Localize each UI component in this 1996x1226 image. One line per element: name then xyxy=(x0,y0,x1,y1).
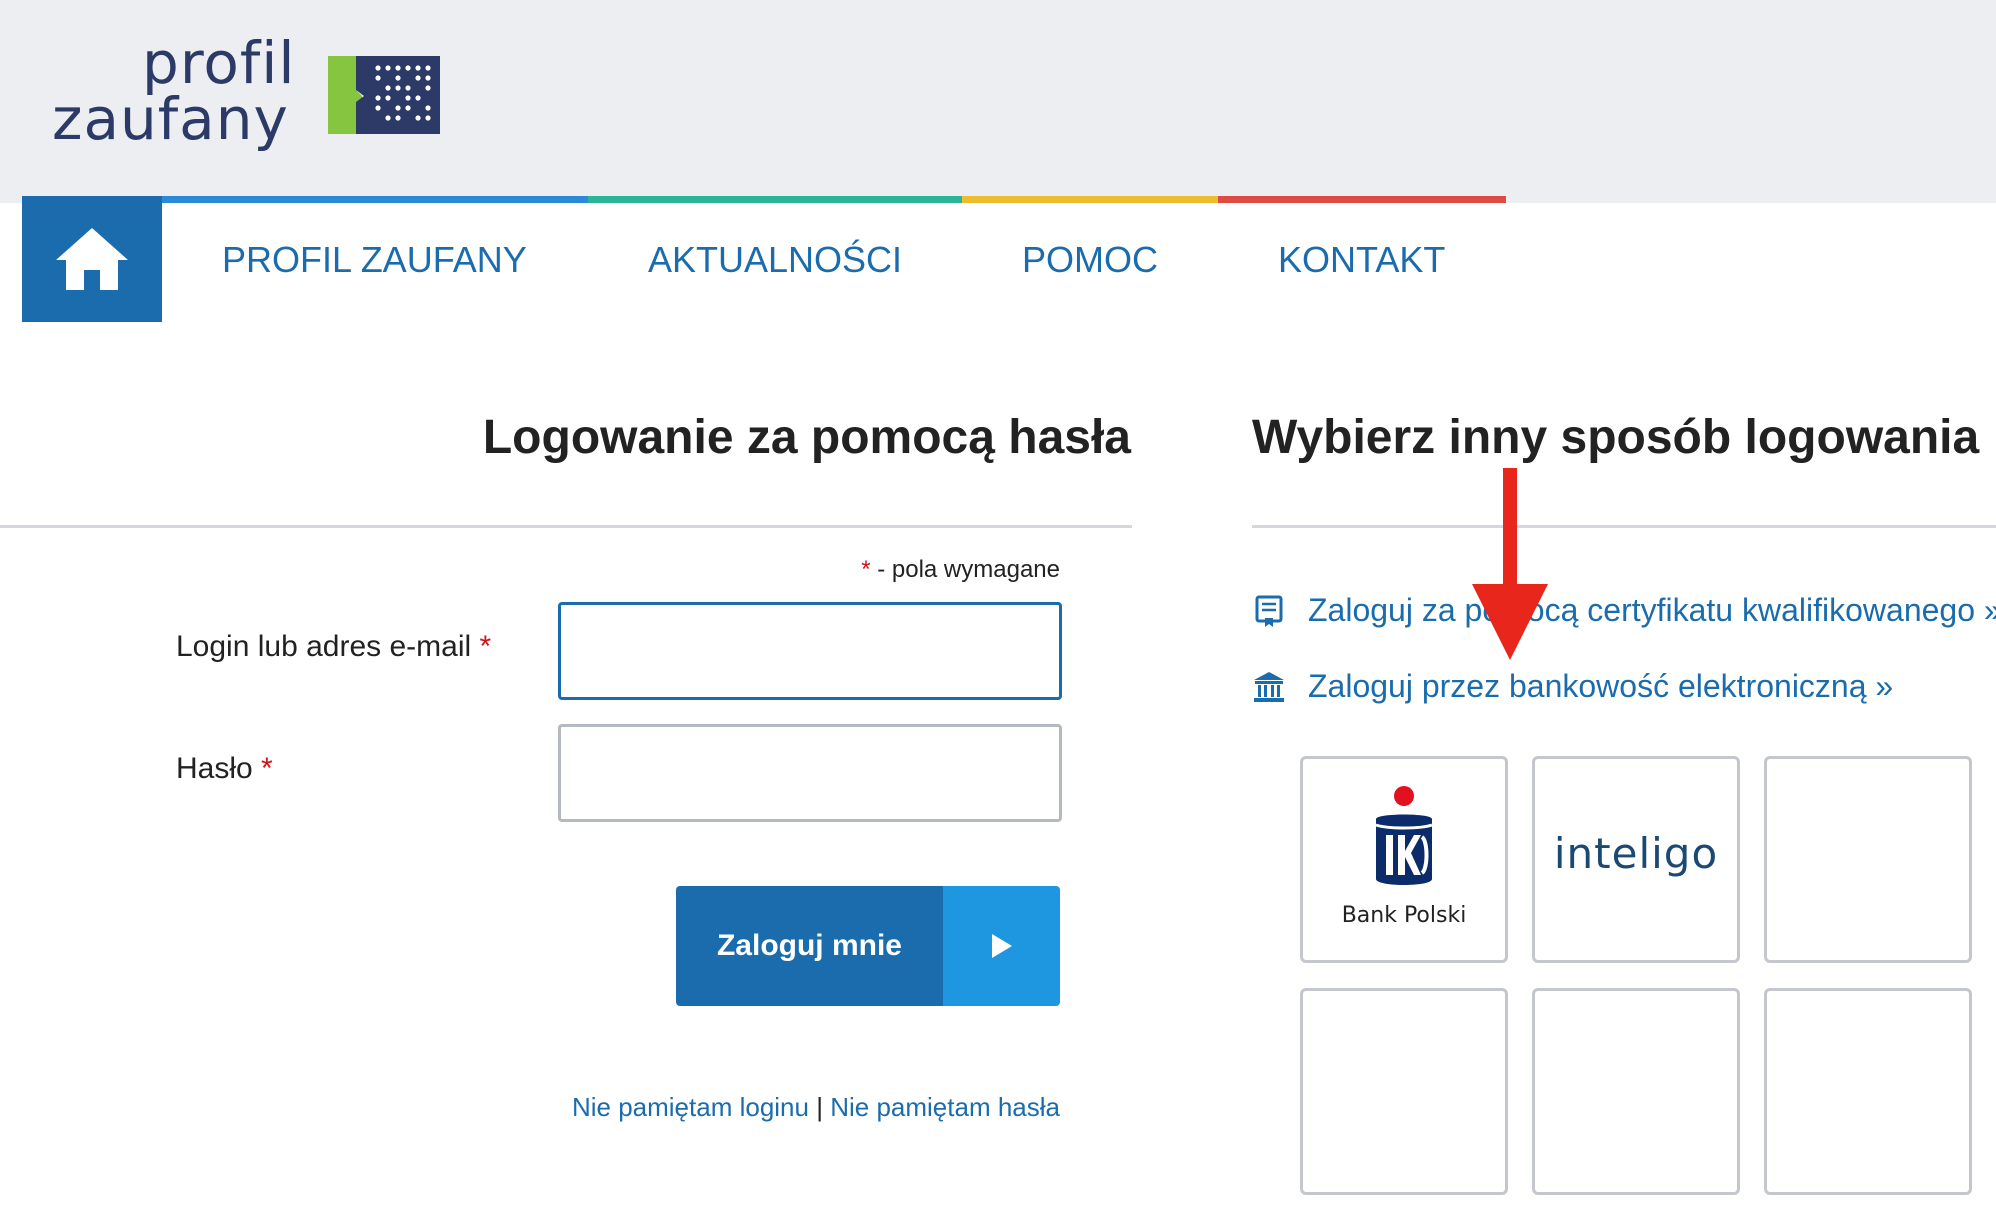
logo-line-1: profil xyxy=(142,29,296,97)
login-label-text: Login lub adres e-mail xyxy=(176,630,472,663)
bank-tile-inteligo[interactable]: inteligo xyxy=(1532,756,1740,963)
pko-bank-name: Bank Polski xyxy=(1341,903,1467,928)
login-submit-button[interactable]: Zaloguj mnie xyxy=(676,886,1060,1006)
password-label-text: Hasło xyxy=(176,752,253,785)
bank-tile-empty-6[interactable] xyxy=(1764,988,1972,1195)
forgot-password-link[interactable]: Nie pamiętam hasła xyxy=(830,1092,1060,1122)
nav-stripe-yellow xyxy=(962,196,1218,203)
bank-tile-empty-4[interactable] xyxy=(1300,988,1508,1195)
nav-item-aktualnosci[interactable]: AKTUALNOŚCI xyxy=(648,238,902,282)
login-title: Logowanie za pomocą hasła xyxy=(482,411,1131,464)
pko-logo-icon xyxy=(1375,786,1433,885)
nav-item-kontakt[interactable]: KONTAKT xyxy=(1278,238,1445,282)
login-submit-label: Zaloguj mnie xyxy=(676,886,943,1006)
pko-logo: Bank Polski xyxy=(1303,785,1505,965)
home-button[interactable] xyxy=(22,196,162,322)
nav-stripe-blue xyxy=(162,196,588,203)
forgot-separator: | xyxy=(816,1092,823,1122)
nav-item-pomoc[interactable]: POMOC xyxy=(1022,238,1158,282)
password-label: Hasło * xyxy=(176,752,273,786)
play-arrow-icon xyxy=(943,886,1060,1006)
home-icon xyxy=(56,228,128,290)
password-input[interactable] xyxy=(558,724,1062,822)
certificate-login-link[interactable]: Zaloguj za pomocą certyfikatu kwalifikow… xyxy=(1252,592,1996,629)
profil-zaufany-logo[interactable]: profil zaufany xyxy=(50,30,450,160)
forgot-links: Nie pamiętam loginu | Nie pamiętam hasła xyxy=(572,1092,1060,1123)
login-divider xyxy=(0,525,1132,528)
certificate-icon xyxy=(1255,595,1283,627)
logo-line-2: zaufany xyxy=(52,85,289,153)
forgot-login-link[interactable]: Nie pamiętam loginu xyxy=(572,1092,809,1122)
bank-login-link[interactable]: Zaloguj przez bankowość elektroniczną » xyxy=(1252,668,1893,705)
page: profil zaufany PROFIL ZAUFANY AKTUALNOŚC… xyxy=(0,0,1996,1226)
login-required-star: * xyxy=(479,630,492,663)
header: profil zaufany xyxy=(0,0,1996,203)
bank-tile-pko[interactable]: Bank Polski xyxy=(1300,756,1508,963)
red-arrow-icon xyxy=(1472,468,1548,660)
password-required-star: * xyxy=(261,752,273,785)
nav-item-profil-zaufany[interactable]: PROFIL ZAUFANY xyxy=(222,238,527,282)
required-note-text: - pola wymagane xyxy=(870,556,1060,583)
bank-tile-empty-3[interactable] xyxy=(1764,756,1972,963)
certificate-login-text: Zaloguj za pomocą certyfikatu kwalifikow… xyxy=(1308,592,1996,628)
alternatives-divider xyxy=(1252,525,1996,528)
bank-tile-empty-5[interactable] xyxy=(1532,988,1740,1195)
login-input[interactable] xyxy=(558,602,1062,700)
alternatives-title: Wybierz inny sposób logowania xyxy=(1252,411,1980,464)
logo-mark-icon xyxy=(328,56,440,134)
inteligo-logo: inteligo xyxy=(1553,829,1719,878)
bank-login-text: Zaloguj przez bankowość elektroniczną » xyxy=(1308,668,1894,704)
required-star: * xyxy=(861,556,871,583)
bank-building-icon xyxy=(1254,671,1284,702)
nav-stripe-teal xyxy=(588,196,962,203)
required-fields-note: * - pola wymagane xyxy=(861,556,1060,584)
login-label: Login lub adres e-mail * xyxy=(176,630,491,664)
logo-text: profil zaufany xyxy=(50,30,310,160)
nav-stripe-red xyxy=(1218,196,1506,203)
